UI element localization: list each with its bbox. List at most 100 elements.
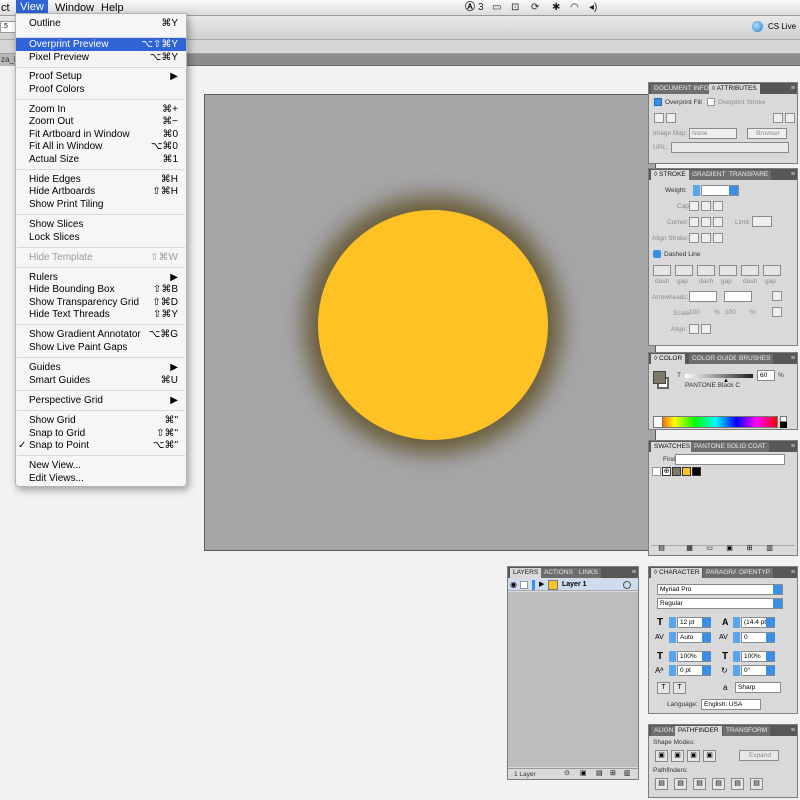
expand-triangle-icon[interactable]: ▶ [539, 580, 544, 590]
locate-object-icon[interactable]: ⊙ [564, 769, 570, 777]
vertical-scale-stepper[interactable] [669, 651, 676, 662]
swatch-find-input[interactable] [675, 454, 785, 465]
outline-icon[interactable]: ▤ [731, 778, 744, 790]
arrow-align-end-button[interactable] [701, 324, 711, 334]
menu-item-new-view[interactable]: New View... [16, 459, 186, 472]
font-style-select[interactable]: Regular [657, 598, 783, 609]
expand-button[interactable]: Expand [739, 750, 779, 761]
tab-transparency[interactable]: TRANSPARE [726, 170, 772, 180]
menu-item-proof-setup[interactable]: Proof Setup ▶ [16, 70, 186, 83]
language-select[interactable]: English: USA [701, 699, 761, 710]
panel-menu-icon[interactable]: ≡ [791, 726, 795, 735]
menu-item-guides[interactable]: Guides ▶ [16, 361, 186, 374]
limit-input[interactable] [752, 216, 772, 227]
arrowhead-end-select[interactable] [724, 291, 752, 302]
tracking-stepper[interactable] [733, 632, 740, 643]
yellow-circle[interactable] [318, 210, 548, 440]
none-swatch[interactable] [653, 416, 663, 428]
scale-end-value[interactable]: 100 [725, 308, 736, 317]
square-cap-button[interactable] [713, 201, 723, 211]
align-outside-button[interactable] [713, 233, 723, 243]
miter-join-button[interactable] [689, 217, 699, 227]
menu-item-overprint-preview[interactable]: Overprint Preview ⌥⇧⌘Y [16, 38, 186, 51]
layer-row[interactable]: ◉ ▶ Layer 1 [508, 579, 638, 591]
gap-input-1[interactable] [675, 265, 693, 276]
trash-icon[interactable]: ▥ [763, 544, 776, 556]
menu-item-actual-size[interactable]: Actual Size ⌘1 [16, 153, 186, 166]
intersect-icon[interactable]: ▣ [687, 750, 700, 762]
align-center-button[interactable] [689, 233, 699, 243]
tab-layers[interactable]: LAYERS [510, 568, 542, 578]
bluetooth-icon[interactable]: ✱ [552, 2, 560, 14]
image-map-select[interactable]: None [689, 128, 737, 139]
layer-name[interactable]: Layer 1 [562, 579, 587, 591]
overprint-fill-checkbox[interactable] [654, 98, 662, 106]
chevron-down-icon[interactable] [702, 618, 711, 627]
attr-button-4[interactable] [785, 113, 795, 123]
kerning-stepper[interactable] [669, 632, 676, 643]
trim-icon[interactable]: ▤ [674, 778, 687, 790]
tab-actions[interactable]: ACTIONS [541, 568, 576, 578]
black-swatch[interactable] [780, 422, 787, 428]
target-icon[interactable] [623, 581, 631, 589]
yellow-swatch[interactable] [682, 467, 691, 476]
chevron-down-icon[interactable] [702, 666, 711, 675]
registration-swatch[interactable]: ⊕ [662, 467, 671, 476]
url-input[interactable] [671, 142, 789, 153]
weight-input[interactable] [701, 185, 739, 196]
arrowhead-start-select[interactable] [689, 291, 717, 302]
menu-item-hide-bounding-box[interactable]: Hide Bounding Box ⇧⌘B [16, 283, 186, 296]
panel-menu-icon[interactable]: ≡ [632, 568, 636, 577]
horizontal-scale-stepper[interactable] [733, 651, 740, 662]
trash-icon[interactable]: ▥ [624, 769, 631, 777]
none-swatch[interactable] [652, 467, 661, 476]
tab-paragraph[interactable]: PARAGRA [703, 568, 741, 578]
tab-links[interactable]: LINKS [576, 568, 601, 578]
panel-menu-icon[interactable]: ≡ [791, 84, 795, 93]
menu-item-proof-colors[interactable]: Proof Colors [16, 83, 186, 96]
stroke-weight-field[interactable]: .5 pt [0, 21, 16, 33]
panel-menu-icon[interactable]: ≡ [791, 170, 795, 179]
swatch-options-icon[interactable]: ▭ [703, 544, 716, 556]
swatch-library-icon[interactable]: ▤ [655, 544, 668, 556]
tab-brushes[interactable]: BRUSHES [736, 354, 774, 364]
tab-color-guide[interactable]: COLOR GUIDE [689, 354, 741, 364]
pantone-black-swatch[interactable] [672, 467, 681, 476]
adobe-icon[interactable]: Ⓐ [465, 2, 475, 14]
menu-item-outline[interactable]: Outline ⌘Y [16, 17, 186, 30]
bevel-join-button[interactable] [713, 217, 723, 227]
overprint-stroke-checkbox[interactable] [707, 98, 715, 106]
fill-swatch[interactable] [653, 371, 666, 384]
dashed-line-checkbox[interactable] [653, 250, 661, 258]
chevron-down-icon[interactable] [766, 633, 775, 642]
menu-item-edit-views[interactable]: Edit Views... [16, 472, 186, 485]
tab-gradient[interactable]: GRADIENT [689, 170, 729, 180]
menu-item-zoom-out[interactable]: Zoom Out ⌘− [16, 115, 186, 128]
chevron-down-icon[interactable] [773, 599, 782, 608]
menu-item-fit-all[interactable]: Fit All in Window ⌥⌘0 [16, 140, 186, 153]
swap-arrowheads-button[interactable] [772, 291, 782, 301]
baseline-stepper[interactable] [669, 665, 676, 676]
artboard[interactable] [204, 94, 656, 551]
new-sublayer-icon[interactable]: ▤ [596, 769, 603, 777]
menu-item-perspective-grid[interactable]: Perspective Grid ▶ [16, 394, 186, 407]
tab-pathfinder[interactable]: PATHFINDER [675, 726, 722, 736]
menu-item-pixel-preview[interactable]: Pixel Preview ⌥⌘Y [16, 51, 186, 64]
tab-attributes[interactable]: ◊ ATTRIBUTES [709, 84, 760, 94]
exclude-icon[interactable]: ▣ [703, 750, 716, 762]
volume-icon[interactable]: ◂) [589, 2, 597, 14]
tab-character[interactable]: ◊ CHARACTER [651, 568, 703, 578]
panel-menu-icon[interactable]: ≡ [791, 568, 795, 577]
dash-input-3[interactable] [741, 265, 759, 276]
crop-icon[interactable]: ▤ [712, 778, 725, 790]
chevron-down-icon[interactable] [702, 633, 711, 642]
panel-menu-icon[interactable]: ≡ [791, 354, 795, 363]
chevron-down-icon[interactable] [702, 652, 711, 661]
show-swatch-kinds-icon[interactable]: ▦ [683, 544, 696, 556]
menu-item-show-print-tiling[interactable]: Show Print Tiling [16, 198, 186, 211]
cs-live-label[interactable]: CS Live [768, 21, 796, 33]
menu-item-smart-guides[interactable]: Smart Guides ⌘U [16, 374, 186, 387]
menu-item-show-slices[interactable]: Show Slices [16, 218, 186, 231]
round-join-button[interactable] [701, 217, 711, 227]
divide-icon[interactable]: ▤ [655, 778, 668, 790]
